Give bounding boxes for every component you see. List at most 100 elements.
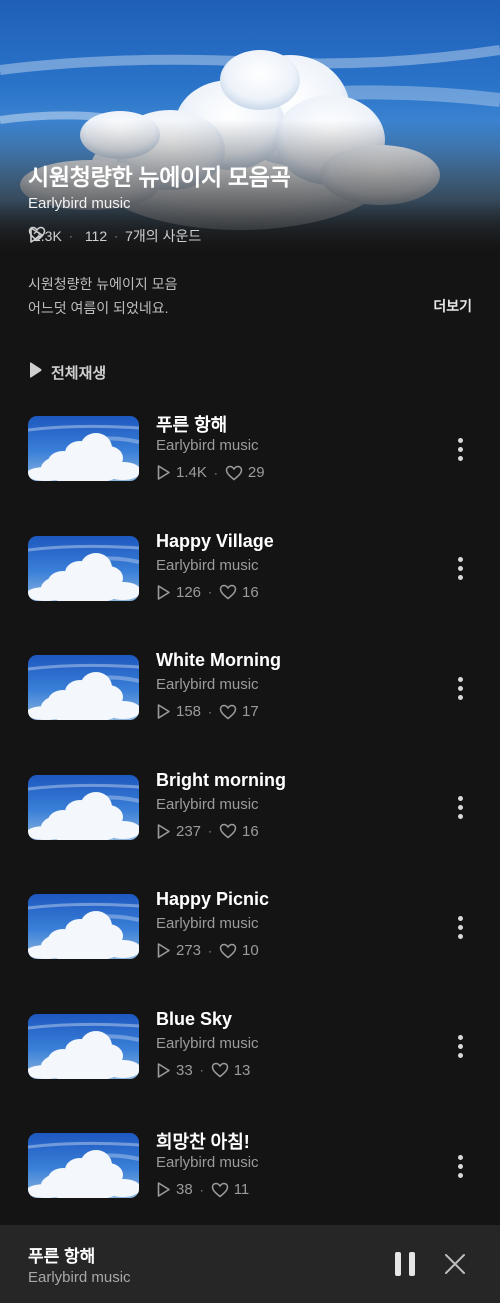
track-stats: 33 · 13 xyxy=(156,1062,250,1079)
track-like-count: 11 xyxy=(233,1181,250,1198)
heart-icon[interactable] xyxy=(225,465,243,481)
kebab-dot xyxy=(457,1044,463,1049)
close-icon xyxy=(445,1254,465,1274)
track-thumbnail xyxy=(28,1013,139,1079)
kebab-dot xyxy=(457,1163,463,1169)
track-row[interactable]: White Morning Earlybird music 158 · 17 xyxy=(0,639,500,739)
kebab-dot xyxy=(457,575,463,580)
kebab-dot xyxy=(457,1172,463,1178)
kebab-dot xyxy=(457,933,463,939)
kebab-dot xyxy=(457,915,463,921)
track-title: Blue Sky xyxy=(156,1008,233,1029)
play-count-icon xyxy=(156,942,171,959)
kebab-dot xyxy=(457,1154,463,1160)
description-line-2: 어느덧 여름이 되었네요. xyxy=(28,300,169,316)
playlist-description: 시원청량한 뉴에이지 모음 어느덧 여름이 되었네요. xyxy=(28,272,177,320)
play-count-icon xyxy=(156,823,171,840)
play-count-icon xyxy=(156,1181,171,1198)
more-vertical-icon[interactable] xyxy=(448,912,472,942)
more-vertical-icon[interactable] xyxy=(448,434,472,464)
kebab-dot xyxy=(457,1053,463,1058)
track-like-count: 10 xyxy=(242,942,259,959)
track-stats: 158 · 17 xyxy=(156,703,259,720)
track-row[interactable]: Blue Sky Earlybird music 33 · 13 xyxy=(0,998,500,1098)
track-thumbnail xyxy=(28,535,139,601)
track-thumbnail xyxy=(28,655,139,720)
track-stats: 273 · 10 xyxy=(156,942,259,959)
separator-dot: · xyxy=(208,943,213,958)
play-count-icon xyxy=(156,584,171,601)
more-button[interactable]: 더보기 xyxy=(433,296,472,316)
separator-dot: · xyxy=(114,229,119,243)
track-play-count: 237 xyxy=(176,822,202,840)
track-thumbnail xyxy=(28,1133,139,1198)
track-row[interactable]: Happy Picnic Earlybird music 273 · 10 xyxy=(0,878,500,978)
track-artist: Earlybird music xyxy=(156,1154,259,1171)
separator-dot: · xyxy=(199,1063,204,1077)
track-artist: Earlybird music xyxy=(156,437,259,454)
play-all-label: 전체재생 xyxy=(51,364,107,382)
separator-dot: · xyxy=(208,824,213,838)
track-play-count: 158 xyxy=(176,703,202,720)
track-like-count: 16 xyxy=(242,583,259,601)
mini-player[interactable]: 푸른 항해 Earlybird music xyxy=(0,1225,500,1303)
track-play-count: 273 xyxy=(176,942,202,959)
separator-dot: · xyxy=(199,1182,204,1197)
pause-button[interactable] xyxy=(392,1250,418,1278)
track-thumbnail xyxy=(28,774,139,840)
track-stats: 126 · 16 xyxy=(156,584,259,601)
track-title: Happy Village xyxy=(156,530,274,551)
kebab-dot xyxy=(457,455,463,461)
kebab-dot xyxy=(457,796,463,801)
kebab-dot xyxy=(457,676,463,682)
track-like-count: 17 xyxy=(242,703,259,720)
kebab-dot xyxy=(457,805,463,810)
heart-icon[interactable] xyxy=(219,943,237,959)
track-row[interactable]: 희망찬 아침! Earlybird music 38 · 11 xyxy=(0,1117,500,1217)
track-row[interactable]: 푸른 항해 Earlybird music 1.4K · 29 xyxy=(0,400,500,500)
kebab-dot xyxy=(457,446,463,452)
track-like-count: 13 xyxy=(233,1061,251,1079)
track-artist: Earlybird music xyxy=(156,556,259,574)
play-count-icon xyxy=(156,464,171,481)
more-vertical-icon[interactable] xyxy=(448,793,472,823)
track-artist: Earlybird music xyxy=(156,915,259,932)
track-artist: Earlybird music xyxy=(156,1034,259,1052)
track-play-count: 1.4K xyxy=(176,464,207,481)
playlist-artist[interactable]: Earlybird music xyxy=(28,195,131,212)
separator-dot: · xyxy=(68,229,73,243)
kebab-dot xyxy=(457,557,463,562)
track-row[interactable]: Happy Village Earlybird music 126 · 16 xyxy=(0,520,500,620)
heart-icon[interactable] xyxy=(211,1062,229,1078)
like-count: 112 xyxy=(84,228,108,244)
kebab-dot xyxy=(457,924,463,930)
track-title: Bright morning xyxy=(156,769,286,790)
heart-icon[interactable] xyxy=(219,704,237,720)
track-title: 희망찬 아침! xyxy=(156,1132,250,1152)
separator-dot: · xyxy=(208,585,213,599)
playlist-cover: 시원청량한 뉴에이지 모음곡 Earlybird music 2.3K · 11… xyxy=(0,0,500,250)
play-count-icon xyxy=(156,1062,171,1079)
kebab-dot xyxy=(457,1035,463,1040)
heart-icon[interactable] xyxy=(219,823,237,839)
playlist-stats: 2.3K · 112 · 7개의 사운드 xyxy=(28,226,201,246)
more-vertical-icon[interactable] xyxy=(448,1032,472,1062)
heart-icon[interactable] xyxy=(211,1182,229,1198)
more-vertical-icon[interactable] xyxy=(448,673,472,703)
track-like-count: 16 xyxy=(242,822,259,840)
kebab-dot xyxy=(457,437,463,443)
separator-dot: · xyxy=(208,704,213,719)
track-stats: 237 · 16 xyxy=(156,823,259,840)
track-title: 푸른 항해 xyxy=(156,415,228,435)
pause-icon xyxy=(395,1252,401,1276)
playlist-title: 시원청량한 뉴에이지 모음곡 xyxy=(28,164,291,190)
more-vertical-icon[interactable] xyxy=(448,1151,472,1181)
track-play-count: 38 xyxy=(176,1181,193,1198)
track-like-count: 29 xyxy=(247,464,265,481)
close-button[interactable] xyxy=(442,1251,468,1277)
track-row[interactable]: Bright morning Earlybird music 237 · 16 xyxy=(0,759,500,859)
heart-icon[interactable] xyxy=(219,584,237,600)
more-vertical-icon[interactable] xyxy=(448,554,472,584)
track-artist: Earlybird music xyxy=(156,795,259,813)
play-all-button[interactable]: 전체재생 xyxy=(28,361,106,383)
